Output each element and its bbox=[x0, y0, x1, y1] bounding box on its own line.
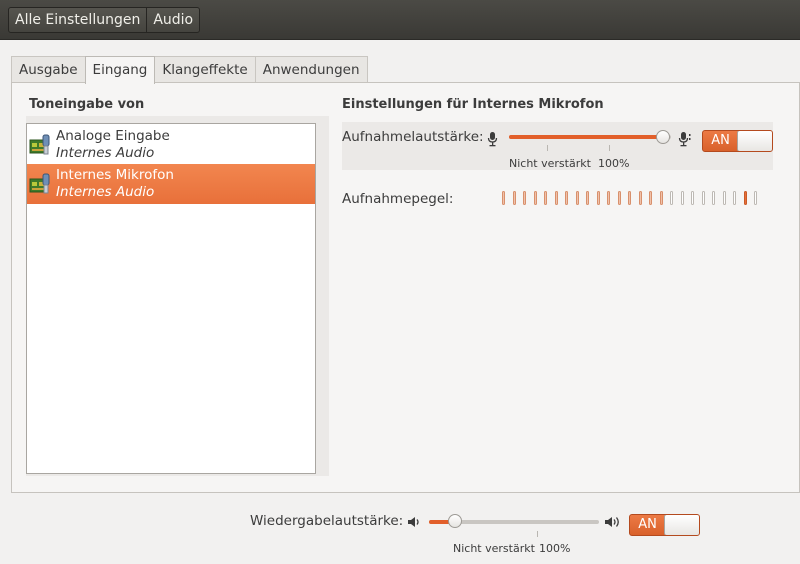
tab-bar: Ausgabe Eingang Klangeffekte Anwendungen bbox=[11, 56, 368, 84]
tab-ausgabe[interactable]: Ausgabe bbox=[11, 56, 86, 83]
level-bar bbox=[575, 191, 579, 205]
recording-volume-handle[interactable] bbox=[656, 130, 670, 144]
switch-on-label: AN bbox=[711, 133, 730, 148]
device-item-analog[interactable]: Analoge Eingabe Internes Audio bbox=[27, 125, 315, 165]
level-bar bbox=[533, 191, 537, 205]
tab-klangeffekte[interactable]: Klangeffekte bbox=[154, 56, 256, 83]
tab-anwendungen[interactable]: Anwendungen bbox=[254, 56, 368, 83]
switch-on-label: AN bbox=[638, 517, 657, 532]
output-volume-handle[interactable] bbox=[448, 514, 462, 528]
speaker-low-icon[interactable] bbox=[407, 515, 423, 529]
device-name: Internes Mikrofon bbox=[56, 167, 174, 183]
level-bar bbox=[733, 191, 736, 205]
microphone-high-icon[interactable] bbox=[678, 131, 694, 147]
level-bar bbox=[628, 191, 631, 205]
level-bar bbox=[670, 191, 673, 205]
level-bar bbox=[743, 191, 747, 205]
level-bar bbox=[523, 191, 526, 205]
breadcrumb: Alle Einstellungen Audio bbox=[8, 7, 201, 33]
header-toolbar: Alle Einstellungen Audio bbox=[0, 0, 800, 40]
breadcrumb-all-settings[interactable]: Alle Einstellungen bbox=[9, 8, 146, 32]
level-bar bbox=[712, 191, 715, 205]
switch-knob bbox=[737, 131, 772, 151]
level-bar bbox=[512, 191, 516, 205]
level-bar bbox=[607, 191, 610, 205]
level-bar bbox=[544, 191, 547, 205]
level-bar bbox=[596, 191, 600, 205]
tick-mark bbox=[537, 531, 538, 537]
input-source-title: Toneingabe von bbox=[29, 97, 145, 112]
level-bar bbox=[617, 191, 621, 205]
input-level-label: Aufnahmepegel: bbox=[342, 191, 454, 207]
level-bar bbox=[691, 191, 694, 205]
device-list[interactable]: Analoge Eingabe Internes Audio Internes … bbox=[26, 123, 316, 474]
settings-title: Einstellungen für Internes Mikrofon bbox=[342, 97, 604, 112]
output-toggle-switch[interactable]: AN bbox=[629, 514, 700, 536]
mark-100-percent: 100% bbox=[539, 542, 571, 555]
device-subtitle: Internes Audio bbox=[56, 184, 155, 200]
level-bar bbox=[754, 191, 757, 205]
microphone-low-icon[interactable] bbox=[487, 131, 501, 147]
switch-knob bbox=[664, 515, 699, 535]
level-bar bbox=[649, 191, 652, 205]
level-bar bbox=[554, 191, 558, 205]
sound-card-icon bbox=[29, 173, 51, 195]
tick-mark bbox=[609, 145, 610, 151]
level-bar bbox=[638, 191, 642, 205]
mark-100-percent: 100% bbox=[598, 157, 630, 170]
recording-toggle-switch[interactable]: AN bbox=[702, 130, 773, 152]
tick-mark bbox=[547, 145, 548, 151]
speaker-high-icon[interactable] bbox=[604, 515, 622, 529]
mark-unamplified: Nicht verstärkt bbox=[509, 157, 591, 170]
device-name: Analoge Eingabe bbox=[56, 128, 170, 144]
level-bar bbox=[701, 191, 705, 205]
device-item-internal-mic[interactable]: Internes Mikrofon Internes Audio bbox=[27, 164, 315, 204]
level-bar bbox=[586, 191, 589, 205]
sound-card-icon bbox=[29, 134, 51, 156]
recording-volume-label: Aufnahmelautstärke: bbox=[342, 129, 484, 145]
mark-unamplified: Nicht verstärkt bbox=[453, 542, 535, 555]
device-subtitle: Internes Audio bbox=[56, 145, 155, 161]
level-bar bbox=[722, 191, 726, 205]
level-bar bbox=[680, 191, 684, 205]
level-bar bbox=[565, 191, 568, 205]
recording-volume-fill bbox=[509, 135, 663, 139]
breadcrumb-audio[interactable]: Audio bbox=[146, 8, 199, 32]
tab-eingang[interactable]: Eingang bbox=[84, 56, 156, 84]
level-bar bbox=[659, 191, 663, 205]
level-bar bbox=[502, 191, 505, 205]
output-volume-label: Wiedergabelautstärke: bbox=[250, 513, 404, 529]
